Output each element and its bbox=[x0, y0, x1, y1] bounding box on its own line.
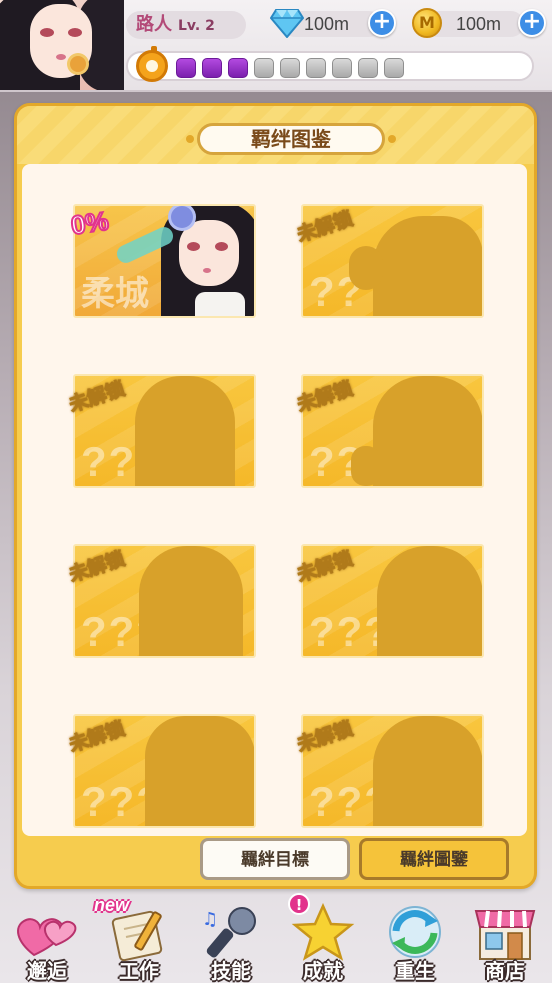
locked-silhouette-hand bbox=[351, 446, 381, 486]
nav-rebirth[interactable]: 重生 bbox=[372, 895, 458, 983]
locked-silhouette bbox=[373, 376, 482, 486]
player-name: 路人 bbox=[136, 14, 172, 35]
top-status-bar: 路人 Lv. 2 100m + M 100m + bbox=[0, 0, 552, 92]
panel-tabs: 羈絆目標 羈絆圖鑒 bbox=[17, 838, 534, 886]
panel-title: 羁绊图鉴 bbox=[251, 127, 331, 151]
stopwatch-icon bbox=[136, 46, 168, 82]
nav-label: 商店 bbox=[485, 959, 525, 983]
locked-silhouette bbox=[373, 216, 482, 316]
coin-amount: 100m bbox=[456, 14, 502, 34]
bond-album-panel: 羁绊图鉴 柔城 0% ??? 未解锁 ??? 未解锁 未解锁 ??? 未解锁 ?… bbox=[14, 103, 537, 889]
nav-encounter[interactable]: 邂逅 bbox=[4, 895, 90, 983]
diamond-icon bbox=[270, 9, 304, 38]
stamina-slot-empty bbox=[254, 58, 274, 78]
svg-text:♫: ♫ bbox=[202, 909, 218, 930]
stamina-slot-empty bbox=[306, 58, 326, 78]
avatar-eye-right bbox=[68, 28, 82, 37]
portrait-dress bbox=[195, 292, 245, 316]
bond-progress-label: 0% bbox=[68, 205, 111, 242]
gem-amount: 100m bbox=[304, 14, 350, 34]
tab-bond-goals[interactable]: 羈絆目標 bbox=[200, 838, 350, 880]
gem-counter: 100m + bbox=[270, 8, 400, 38]
player-level: Lv. 2 bbox=[178, 18, 215, 34]
title-dot-right bbox=[388, 135, 396, 143]
stamina-slot-empty bbox=[358, 58, 378, 78]
microphone-icon: ♫ bbox=[202, 907, 256, 958]
stamina-slot-filled bbox=[228, 58, 248, 78]
new-badge: new bbox=[94, 895, 130, 915]
nav-label: 成就 bbox=[303, 959, 343, 983]
nav-shop[interactable]: 商店 bbox=[462, 895, 548, 983]
portrait-eye-right bbox=[215, 242, 228, 251]
coin-counter: M 100m + bbox=[412, 8, 550, 38]
locked-silhouette bbox=[145, 716, 254, 826]
hearts-icon bbox=[17, 918, 77, 957]
avatar-mouth bbox=[56, 54, 66, 60]
locked-silhouette bbox=[373, 716, 482, 826]
nav-label: 技能 bbox=[211, 959, 251, 983]
avatar-eye-left bbox=[40, 28, 54, 37]
add-gems-button[interactable]: + bbox=[368, 9, 396, 37]
shop-icon bbox=[474, 910, 536, 960]
nav-skills[interactable]: ♫ 技能 bbox=[188, 895, 274, 983]
locked-silhouette-accent bbox=[349, 246, 383, 290]
locked-silhouette bbox=[377, 546, 482, 656]
nav-label: 工作 bbox=[119, 959, 159, 983]
player-avatar[interactable] bbox=[0, 0, 124, 90]
stamina-slot-filled bbox=[202, 58, 222, 78]
panel-header: 羁绊图鉴 bbox=[17, 106, 534, 164]
stamina-slot-filled bbox=[176, 58, 196, 78]
hair-flower-icon bbox=[70, 56, 86, 72]
nav-label: 重生 bbox=[395, 959, 435, 983]
panel-title-plate: 羁绊图鉴 bbox=[186, 123, 396, 155]
bottom-navigation: 邂逅 工作 new ♫ 技能 成就 重生 商店 bbox=[0, 895, 552, 983]
player-name-level: 路人 Lv. 2 bbox=[126, 11, 246, 39]
portrait-mouth bbox=[203, 268, 211, 273]
locked-silhouette bbox=[139, 546, 243, 656]
card-name-fragment: 柔城 bbox=[81, 274, 149, 314]
achievement-alert-badge: ! bbox=[288, 893, 310, 915]
stamina-slot-empty bbox=[280, 58, 300, 78]
title-dot-left bbox=[186, 135, 194, 143]
stamina-slot-empty bbox=[384, 58, 404, 78]
locked-silhouette bbox=[135, 376, 235, 486]
portrait-face bbox=[179, 220, 239, 286]
stamina-bar bbox=[126, 46, 534, 82]
nav-label: 邂逅 bbox=[27, 959, 67, 983]
card-grid-area[interactable]: 柔城 0% ??? 未解锁 ??? 未解锁 ?? bbox=[22, 164, 527, 836]
tab-bond-album[interactable]: 羈絆圖鑒 bbox=[359, 838, 509, 880]
add-coins-button[interactable]: + bbox=[518, 9, 546, 37]
coin-icon: M bbox=[412, 8, 442, 38]
portrait-eye-left bbox=[187, 242, 200, 251]
refresh-arrows-icon bbox=[389, 906, 441, 958]
stamina-slot-empty bbox=[332, 58, 352, 78]
portrait-hair-flower-icon bbox=[171, 206, 193, 228]
